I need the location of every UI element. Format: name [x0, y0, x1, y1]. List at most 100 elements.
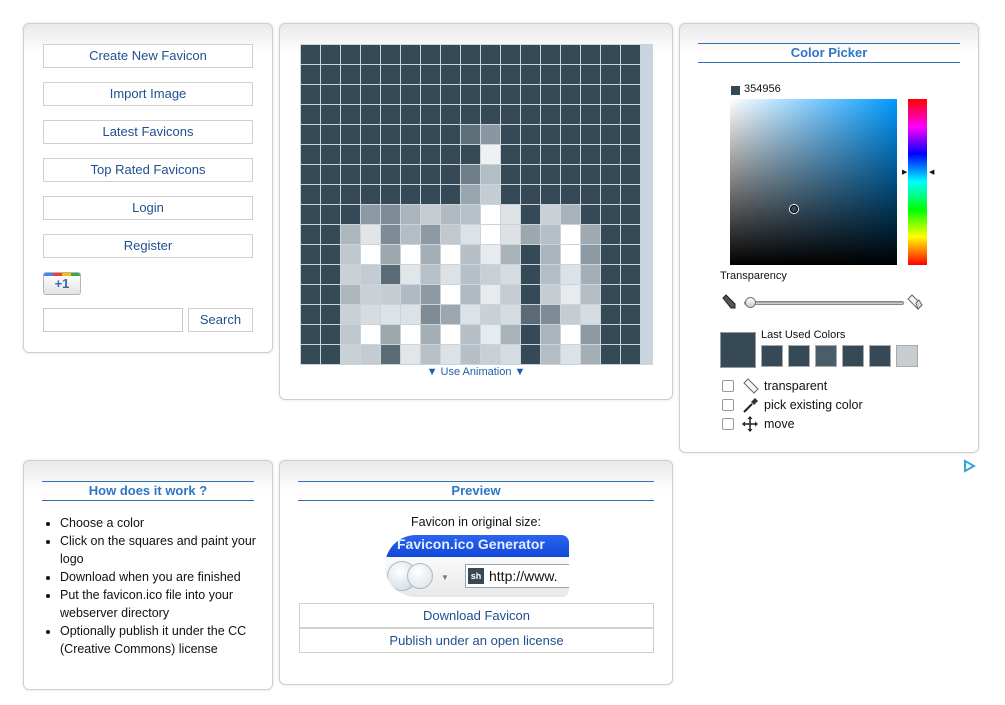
grid-cell[interactable]	[301, 305, 320, 324]
grid-cell[interactable]	[521, 185, 540, 204]
grid-cell[interactable]	[381, 305, 400, 324]
grid-cell[interactable]	[381, 225, 400, 244]
grid-cell[interactable]	[441, 145, 460, 164]
search-button[interactable]: Search	[188, 308, 253, 332]
grid-cell[interactable]	[561, 165, 580, 184]
latest-favicons-button[interactable]: Latest Favicons	[43, 120, 253, 144]
grid-cell[interactable]	[401, 165, 420, 184]
grid-cell[interactable]	[601, 65, 620, 84]
grid-cell[interactable]	[341, 145, 360, 164]
grid-cell[interactable]	[361, 265, 380, 284]
grid-cell[interactable]	[581, 185, 600, 204]
grid-cell[interactable]	[301, 205, 320, 224]
grid-cell[interactable]	[361, 125, 380, 144]
last-used-color-swatch[interactable]	[761, 345, 783, 367]
grid-cell[interactable]	[581, 165, 600, 184]
plus-one-button[interactable]: +1	[43, 272, 81, 295]
grid-cell[interactable]	[621, 165, 640, 184]
grid-cell[interactable]	[381, 205, 400, 224]
grid-cell[interactable]	[301, 145, 320, 164]
grid-cell[interactable]	[361, 185, 380, 204]
last-used-color-swatch[interactable]	[842, 345, 864, 367]
adchoices-icon[interactable]	[962, 459, 977, 473]
grid-cell[interactable]	[621, 125, 640, 144]
grid-cell[interactable]	[401, 185, 420, 204]
grid-cell[interactable]	[321, 145, 340, 164]
grid-cell[interactable]	[441, 245, 460, 264]
last-used-color-swatch[interactable]	[815, 345, 837, 367]
grid-cell[interactable]	[361, 85, 380, 104]
grid-cell[interactable]	[361, 205, 380, 224]
grid-cell[interactable]	[321, 105, 340, 124]
grid-cell[interactable]	[421, 125, 440, 144]
grid-cell[interactable]	[561, 205, 580, 224]
grid-cell[interactable]	[401, 245, 420, 264]
grid-cell[interactable]	[321, 305, 340, 324]
grid-cell[interactable]	[541, 345, 560, 364]
grid-cell[interactable]	[321, 205, 340, 224]
grid-cell[interactable]	[601, 185, 620, 204]
grid-cell[interactable]	[441, 45, 460, 64]
grid-cell[interactable]	[561, 105, 580, 124]
grid-cell[interactable]	[381, 105, 400, 124]
use-animation-toggle[interactable]: ▼ Use Animation ▼	[280, 366, 672, 378]
grid-cell[interactable]	[541, 285, 560, 304]
grid-cell[interactable]	[401, 145, 420, 164]
grid-cell[interactable]	[521, 345, 540, 364]
grid-cell[interactable]	[541, 185, 560, 204]
pick-color-checkbox[interactable]	[722, 399, 734, 411]
grid-cell[interactable]	[501, 105, 520, 124]
grid-cell[interactable]	[361, 305, 380, 324]
grid-cell[interactable]	[481, 145, 500, 164]
grid-cell[interactable]	[341, 325, 360, 344]
grid-cell[interactable]	[381, 245, 400, 264]
grid-cell[interactable]	[561, 145, 580, 164]
grid-cell[interactable]	[421, 205, 440, 224]
move-checkbox[interactable]	[722, 418, 734, 430]
grid-cell[interactable]	[301, 105, 320, 124]
grid-cell[interactable]	[321, 165, 340, 184]
grid-cell[interactable]	[441, 65, 460, 84]
grid-cell[interactable]	[501, 285, 520, 304]
grid-cell[interactable]	[421, 325, 440, 344]
grid-cell[interactable]	[441, 285, 460, 304]
grid-cell[interactable]	[481, 245, 500, 264]
grid-cell[interactable]	[421, 305, 440, 324]
grid-cell[interactable]	[621, 65, 640, 84]
grid-cell[interactable]	[301, 165, 320, 184]
grid-cell[interactable]	[301, 65, 320, 84]
register-button[interactable]: Register	[43, 234, 253, 258]
last-used-color-swatch[interactable]	[896, 345, 918, 367]
grid-cell[interactable]	[621, 105, 640, 124]
grid-cell[interactable]	[501, 245, 520, 264]
grid-cell[interactable]	[321, 245, 340, 264]
grid-cell[interactable]	[561, 285, 580, 304]
grid-cell[interactable]	[581, 205, 600, 224]
grid-cell[interactable]	[321, 65, 340, 84]
grid-cell[interactable]	[381, 325, 400, 344]
grid-cell[interactable]	[321, 45, 340, 64]
grid-cell[interactable]	[461, 305, 480, 324]
grid-cell[interactable]	[381, 65, 400, 84]
grid-cell[interactable]	[561, 325, 580, 344]
grid-cell[interactable]	[461, 145, 480, 164]
grid-cell[interactable]	[521, 305, 540, 324]
grid-cell[interactable]	[461, 285, 480, 304]
grid-cell[interactable]	[421, 45, 440, 64]
grid-cell[interactable]	[341, 185, 360, 204]
grid-cell[interactable]	[421, 65, 440, 84]
grid-cell[interactable]	[461, 325, 480, 344]
grid-cell[interactable]	[621, 225, 640, 244]
grid-cell[interactable]	[401, 265, 420, 284]
grid-cell[interactable]	[581, 345, 600, 364]
grid-cell[interactable]	[601, 225, 620, 244]
grid-cell[interactable]	[541, 165, 560, 184]
grid-cell[interactable]	[361, 245, 380, 264]
grid-cell[interactable]	[621, 305, 640, 324]
grid-cell[interactable]	[561, 265, 580, 284]
grid-cell[interactable]	[401, 325, 420, 344]
grid-cell[interactable]	[561, 85, 580, 104]
grid-cell[interactable]	[601, 265, 620, 284]
grid-cell[interactable]	[401, 45, 420, 64]
grid-cell[interactable]	[621, 345, 640, 364]
